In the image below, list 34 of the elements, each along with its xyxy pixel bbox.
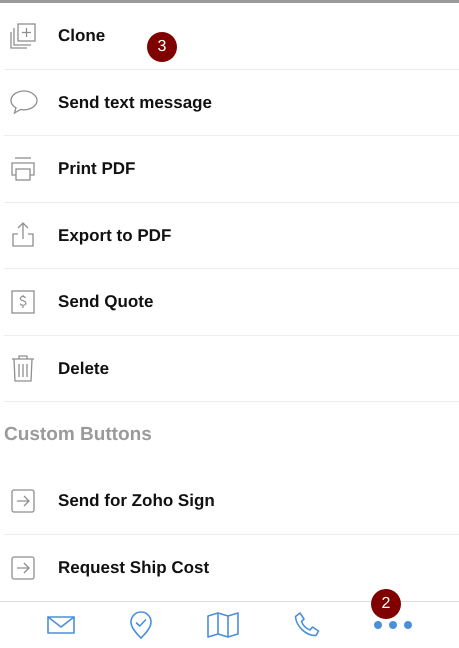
trash-icon — [9, 353, 37, 384]
phone-icon — [292, 611, 321, 639]
menu-item[interactable]: Send text message — [4, 70, 459, 136]
tab-bar-button[interactable] — [128, 610, 154, 640]
arrow-box-icon — [9, 486, 37, 515]
menu-item-label: Clone — [58, 25, 106, 47]
section-heading: Custom Buttons — [4, 422, 152, 447]
menu-item[interactable]: Delete — [4, 336, 459, 402]
arrow-box-icon — [9, 554, 37, 582]
menu-item[interactable]: Export to PDF — [4, 202, 459, 269]
location-check-icon — [128, 610, 154, 640]
tab-bar-button[interactable] — [46, 614, 76, 636]
more-dots-icon — [372, 620, 413, 630]
tab-bar-button[interactable] — [372, 620, 413, 630]
mail-icon — [46, 614, 76, 636]
menu-item[interactable]: Send for Zoho Sign — [4, 468, 459, 534]
menu-item-label: Request Ship Cost — [58, 557, 210, 579]
printer-icon — [9, 154, 37, 183]
step-number-badge: 3 — [147, 32, 177, 62]
menu-item[interactable]: Send Quote — [4, 269, 459, 336]
menu-item-label: Export to PDF — [58, 224, 172, 246]
step-number-badge: 2 — [371, 589, 401, 619]
menu-item-label: Send text message — [58, 92, 212, 114]
menu-item-label: Send for Zoho Sign — [58, 490, 215, 512]
menu-item-label: Send Quote — [58, 291, 154, 313]
tab-bar-button[interactable] — [292, 611, 321, 639]
menu-item-label: Print PDF — [58, 158, 136, 180]
menu-item-label: Delete — [58, 358, 110, 380]
copy-plus-icon — [9, 22, 37, 50]
map-icon — [206, 611, 240, 639]
speech-bubble-icon — [9, 88, 39, 116]
tab-bar-button[interactable] — [206, 611, 240, 639]
menu-item[interactable]: Print PDF — [4, 136, 459, 202]
dollar-box-icon — [9, 288, 37, 316]
